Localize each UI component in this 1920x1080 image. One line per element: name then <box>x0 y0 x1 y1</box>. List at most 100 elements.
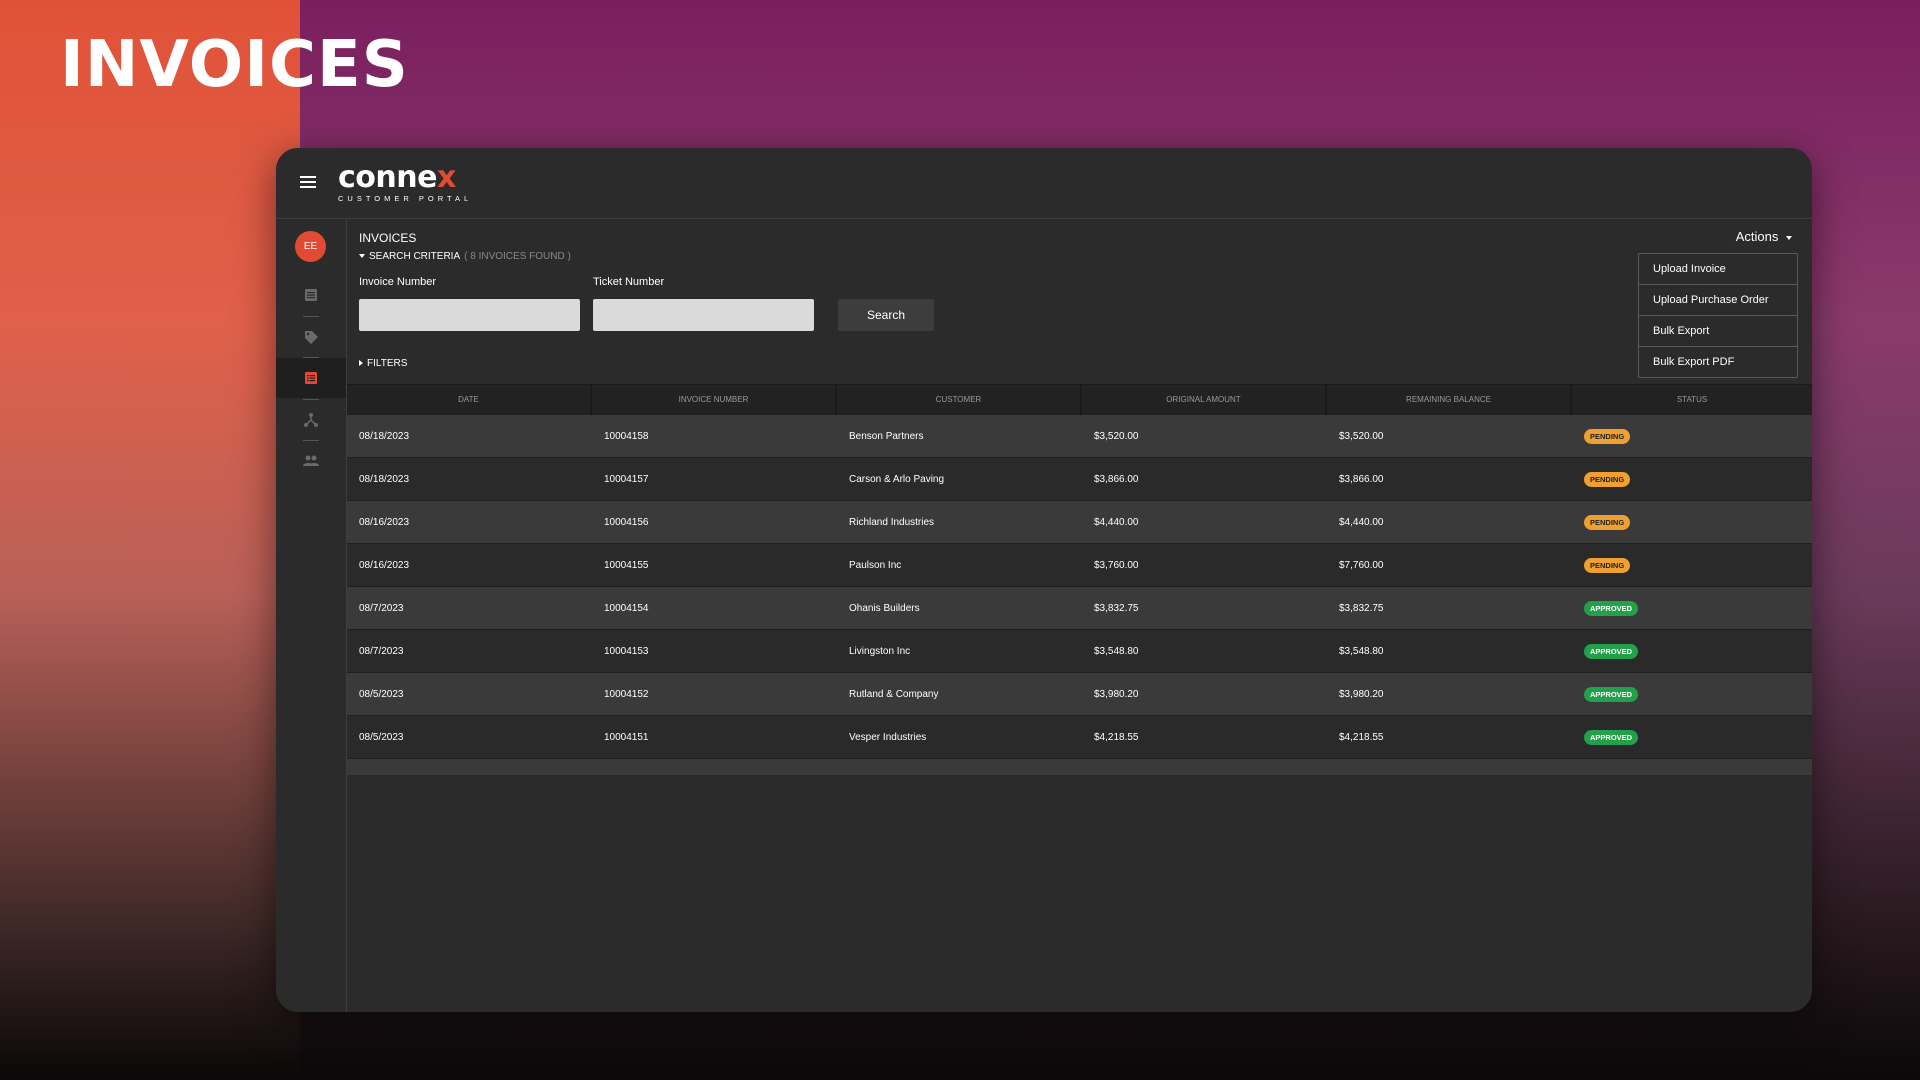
table-row[interactable]: 08/5/2023 10004151 Vesper Industries $4,… <box>347 716 1812 759</box>
invoice-number-label: Invoice Number <box>359 276 437 288</box>
cell-date: 08/7/2023 <box>359 602 404 614</box>
cell-original-amount: $3,866.00 <box>1094 473 1139 485</box>
column-header-original-amount[interactable]: ORIGINAL AMOUNT <box>1082 385 1327 415</box>
document-icon <box>305 289 317 301</box>
invoice-list-icon <box>305 372 317 384</box>
menu-item-bulk-export-pdf[interactable]: Bulk Export PDF <box>1639 347 1797 377</box>
cell-customer: Carson & Arlo Paving <box>849 473 945 485</box>
cell-original-amount: $4,218.55 <box>1094 731 1139 743</box>
cell-remaining-balance: $4,218.55 <box>1339 731 1384 743</box>
main-content: INVOICES SEARCH CRITERIA( 8 INVOICES FOU… <box>347 219 1812 1012</box>
ticket-number-label: Ticket Number <box>593 276 665 288</box>
cell-remaining-balance: $3,866.00 <box>1339 473 1384 485</box>
search-criteria-toggle[interactable]: SEARCH CRITERIA( 8 INVOICES FOUND ) <box>359 251 571 262</box>
table-row[interactable]: 08/7/2023 10004154 Ohanis Builders $3,83… <box>347 587 1812 630</box>
sidebar-item-documents[interactable] <box>276 275 346 315</box>
cell-status: APPROVED <box>1572 686 1812 702</box>
menu-item-upload-purchase-order[interactable]: Upload Purchase Order <box>1639 285 1797 316</box>
cell-customer: Rutland & Company <box>849 688 939 700</box>
caret-down-icon <box>1786 235 1792 240</box>
cell-invoice-number: 10004156 <box>604 516 649 528</box>
criteria-label: SEARCH CRITERIA <box>369 251 461 262</box>
cell-date: 08/16/2023 <box>359 559 410 571</box>
status-badge: APPROVED <box>1584 729 1639 745</box>
cell-customer: Richland Industries <box>849 516 935 528</box>
cell-original-amount: $3,832.75 <box>1094 602 1139 614</box>
ticket-number-input[interactable] <box>593 299 814 331</box>
column-header-invoice-number[interactable]: INVOICE NUMBER <box>592 385 837 415</box>
cell-original-amount: $3,520.00 <box>1094 430 1139 442</box>
cell-invoice-number: 10004154 <box>604 602 649 614</box>
cell-customer: Vesper Industries <box>849 731 927 743</box>
cell-status: PENDING <box>1572 428 1812 444</box>
background-accent <box>0 0 300 1080</box>
cell-invoice-number: 10004153 <box>604 645 649 657</box>
top-bar: connex CUSTOMER PORTAL <box>276 148 1812 219</box>
table-header: DATE INVOICE NUMBER CUSTOMER ORIGINAL AM… <box>347 384 1812 415</box>
tag-icon <box>305 331 318 344</box>
cell-remaining-balance: $3,832.75 <box>1339 602 1384 614</box>
menu-icon[interactable] <box>300 176 316 189</box>
cell-original-amount: $3,760.00 <box>1094 559 1139 571</box>
cell-invoice-number: 10004158 <box>604 430 649 442</box>
column-header-status[interactable]: STATUS <box>1572 385 1812 415</box>
cell-status: APPROVED <box>1572 643 1812 659</box>
table-row[interactable]: 08/16/2023 10004156 Richland Industries … <box>347 501 1812 544</box>
cell-date: 08/5/2023 <box>359 731 404 743</box>
cell-customer: Livingston Inc <box>849 645 911 657</box>
cell-original-amount: $3,548.80 <box>1094 645 1139 657</box>
search-button[interactable]: Search <box>838 299 934 331</box>
column-header-remaining-balance[interactable]: REMAINING BALANCE <box>1327 385 1572 415</box>
table-row[interactable]: 08/7/2023 10004153 Livingston Inc $3,548… <box>347 630 1812 673</box>
invoice-number-input[interactable] <box>359 299 580 331</box>
logo-name: conne <box>338 160 437 195</box>
cell-date: 08/16/2023 <box>359 516 410 528</box>
app-window: connex CUSTOMER PORTAL EE INVOICES SEARC… <box>276 148 1812 1012</box>
status-badge: APPROVED <box>1584 686 1639 702</box>
logo-x: x <box>436 160 456 195</box>
logo-subtitle: CUSTOMER PORTAL <box>338 194 473 203</box>
actions-button[interactable]: Actions <box>1736 229 1792 244</box>
cell-remaining-balance: $3,548.80 <box>1339 645 1384 657</box>
cell-invoice-number: 10004155 <box>604 559 649 571</box>
table-row[interactable]: 08/18/2023 10004157 Carson & Arlo Paving… <box>347 458 1812 501</box>
menu-item-bulk-export[interactable]: Bulk Export <box>1639 316 1797 347</box>
cell-invoice-number: 10004152 <box>604 688 649 700</box>
sidebar-item-invoices[interactable] <box>276 358 346 398</box>
sidebar: EE <box>276 219 347 1012</box>
cell-status: PENDING <box>1572 514 1812 530</box>
cell-customer: Benson Partners <box>849 430 924 442</box>
column-header-customer[interactable]: CUSTOMER <box>837 385 1082 415</box>
logo: connex CUSTOMER PORTAL <box>338 160 473 204</box>
cell-remaining-balance: $3,520.00 <box>1339 430 1384 442</box>
actions-menu: Upload Invoice Upload Purchase Order Bul… <box>1638 253 1798 378</box>
cell-customer: Paulson Inc <box>849 559 902 571</box>
status-badge: APPROVED <box>1584 600 1639 616</box>
cell-remaining-balance: $3,980.20 <box>1339 688 1384 700</box>
cell-customer: Ohanis Builders <box>849 602 920 614</box>
status-badge: APPROVED <box>1584 643 1639 659</box>
table-row[interactable]: 08/16/2023 10004155 Paulson Inc $3,760.0… <box>347 544 1812 587</box>
cell-date: 08/5/2023 <box>359 688 404 700</box>
cell-status: APPROVED <box>1572 600 1812 616</box>
menu-item-upload-invoice[interactable]: Upload Invoice <box>1639 254 1797 285</box>
avatar[interactable]: EE <box>295 231 326 262</box>
page-heading: INVOICES <box>60 28 409 102</box>
table-row[interactable]: 08/18/2023 10004158 Benson Partners $3,5… <box>347 415 1812 458</box>
status-badge: PENDING <box>1584 428 1631 444</box>
people-icon <box>303 455 319 466</box>
cell-original-amount: $3,980.20 <box>1094 688 1139 700</box>
caret-down-icon <box>359 254 365 259</box>
invoices-table: DATE INVOICE NUMBER CUSTOMER ORIGINAL AM… <box>347 384 1812 775</box>
filters-toggle[interactable]: FILTERS <box>359 358 407 369</box>
sidebar-item-people[interactable] <box>276 441 346 481</box>
cell-remaining-balance: $4,440.00 <box>1339 516 1384 528</box>
table-row[interactable]: 08/5/2023 10004152 Rutland & Company $3,… <box>347 673 1812 716</box>
cell-status: PENDING <box>1572 557 1812 573</box>
sidebar-item-tags[interactable] <box>276 317 346 357</box>
column-header-date[interactable]: DATE <box>347 385 592 415</box>
table-footer <box>347 759 1812 775</box>
cell-date: 08/18/2023 <box>359 430 410 442</box>
sidebar-item-network[interactable] <box>276 400 346 440</box>
caret-right-icon <box>359 360 363 367</box>
